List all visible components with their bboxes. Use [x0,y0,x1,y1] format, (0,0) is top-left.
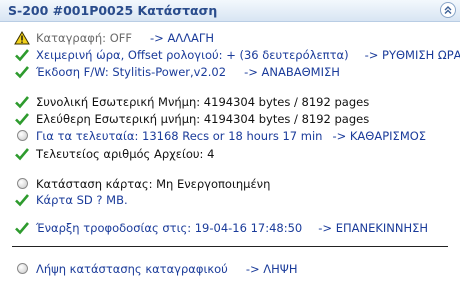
checkmark-icon [14,193,30,207]
set-time-link[interactable]: -> ΡΥΘΜΙΣΗ ΩΡΑΣ [365,48,460,62]
row-free-memory: Ελεύθερη Εσωτερική μνήμη: 4194304 bytes … [14,111,369,126]
status-circle-icon [14,177,30,191]
last-file-label: Τελευτείος αριθμός Αρχείου: 4 [36,146,215,161]
records-label: Για τα τελευταία: 13168 Recs or 18 hours… [36,128,323,143]
row-card-status: Κατάσταση κάρτας: Μη Ενεργοποιημένη [14,176,270,191]
row-sd-card: Κάρτα SD ? MB. [14,192,128,207]
row-clock: Χειμερινή ώρα, Offset ρολογιού: + (36 δε… [14,47,460,62]
collapse-button[interactable] [440,2,456,18]
checkmark-icon [14,95,30,109]
row-last-file: Τελευτείος αριθμός Αρχείου: 4 [14,146,214,161]
clock-status-label: Χειμερινή ώρα, Offset ρολογιού: + (36 δε… [36,47,349,62]
clear-link[interactable]: -> ΚΑΘΑΡΙΣΜΟΣ [332,129,426,143]
recording-label: Καταγραφή: OFF [36,30,132,45]
row-total-memory: Συνολική Εσωτερική Μνήμη: 4194304 bytes … [14,94,369,109]
row-recording: Καταγραφή: OFF -> ΑΛΛΑΓΗ [14,30,214,45]
fetch-link[interactable]: -> ΛΗΨΗ [246,262,298,276]
free-memory-label: Ελεύθερη Εσωτερική μνήμη: 4194304 bytes … [36,111,370,126]
divider [12,246,448,247]
warning-icon [14,30,30,45]
row-power-on: Έναρξη τροφοδοσίας στις: 19-04-16 17:48:… [14,220,428,235]
checkmark-icon [14,48,30,62]
checkmark-icon [14,221,30,235]
status-circle-icon [14,262,30,276]
double-chevron-up-icon [444,6,452,14]
upgrade-link[interactable]: -> ΑΝΑΒΑΘΜΙΣΗ [244,65,340,79]
status-circle-icon [14,129,30,143]
checkmark-icon [14,112,30,126]
panel-title: S-200 #001P0025 Κατάσταση [8,3,218,18]
restart-link[interactable]: -> ΕΠΑΝΕΚΙΝΝΗΣΗ [318,221,428,235]
row-firmware: Έκδοση F/W: Stylitis-Power,v2.02 -> ΑΝΑΒ… [14,64,340,79]
card-status-label: Κατάσταση κάρτας: Μη Ενεργοποιημένη [36,176,271,191]
checkmark-icon [14,147,30,161]
fetch-status-label: Λήψη κατάστασης καταγραφικού [36,261,228,276]
firmware-label: Έκδοση F/W: Stylitis-Power,v2.02 [36,64,227,79]
panel-header: S-200 #001P0025 Κατάσταση [0,0,460,22]
status-panel: S-200 #001P0025 Κατάσταση Καταγραφή: OFF… [0,0,460,284]
power-on-label: Έναρξη τροφοδοσίας στις: 19-04-16 17:48:… [36,220,303,235]
row-fetch-status: Λήψη κατάστασης καταγραφικού -> ΛΗΨΗ [14,261,297,276]
checkmark-icon [14,65,30,79]
total-memory-label: Συνολική Εσωτερική Μνήμη: 4194304 bytes … [36,94,370,109]
sd-card-label: Κάρτα SD ? MB. [36,192,128,207]
toggle-recording-link[interactable]: -> ΑΛΛΑΓΗ [150,31,214,45]
row-records: Για τα τελευταία: 13168 Recs or 18 hours… [14,128,426,143]
